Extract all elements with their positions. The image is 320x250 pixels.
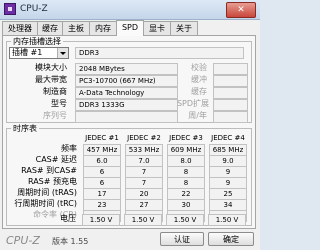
manufacturer-value: A-Data Technology xyxy=(75,87,178,99)
buffered-value xyxy=(213,75,248,87)
tras-label: 周期时间 (tRAS) xyxy=(17,188,77,197)
registered-value xyxy=(213,87,248,99)
checksum-value xyxy=(213,63,248,75)
validate-button[interactable]: 认证 xyxy=(160,232,204,246)
timing-cell: 1.50 V xyxy=(166,214,204,226)
serial-number-label: 序列号 xyxy=(43,111,67,120)
ras-precharge-label: RAS# 预充电 xyxy=(27,177,77,186)
window-title: CPU-Z xyxy=(20,4,48,14)
footer-bar: CPU-Z 版本 1.55 认证 确定 xyxy=(0,229,260,250)
timing-cell: 1.50 V xyxy=(82,214,120,226)
week-year-label: 周/年 xyxy=(188,111,207,120)
registered-label: 缓存 xyxy=(191,87,207,96)
cpuz-app-icon xyxy=(4,3,16,15)
ras-to-cas-label: RAS# 到CAS# xyxy=(21,166,77,175)
tab-cache[interactable]: 缓存 xyxy=(37,21,63,35)
checksum-label: 校验 xyxy=(191,63,207,72)
cpuz-window: CPU-Z ✕ 处理器 缓存 主板 内存 SPD 显卡 关于 内存插槽选择 插槽… xyxy=(0,0,260,250)
tab-memory[interactable]: 内存 xyxy=(89,21,117,35)
spd-ext-value xyxy=(213,99,248,111)
tab-cpu[interactable]: 处理器 xyxy=(2,21,38,35)
week-year-value xyxy=(213,111,248,123)
part-number-value: DDR3 1333G xyxy=(75,99,178,111)
manufacturer-label: 制造商 xyxy=(43,87,67,96)
slot-select-value: 插槽 #1 xyxy=(12,48,43,57)
cas-latency-label: CAS# 延迟 xyxy=(35,155,77,164)
slot-group-title: 内存插槽选择 xyxy=(11,36,63,47)
module-size-label: 模块大小 xyxy=(35,63,67,72)
version-label: 版本 1.55 xyxy=(52,237,89,246)
tab-mainboard[interactable]: 主板 xyxy=(62,21,90,35)
jedec2-header: JEDEC #2 xyxy=(127,134,161,142)
chevron-down-icon[interactable] xyxy=(57,48,68,58)
jedec4-header: JEDEC #4 xyxy=(211,134,245,142)
spd-panel: 内存插槽选择 插槽 #1 DDR3 模块大小 2048 MBytes 校验 最大… xyxy=(2,35,256,229)
timing-cell: 1.50 V xyxy=(124,214,162,226)
close-button[interactable]: ✕ xyxy=(226,2,256,18)
title-bar: CPU-Z ✕ xyxy=(0,0,260,20)
slot-select[interactable]: 插槽 #1 xyxy=(9,47,69,59)
timings-group: 时序表 JEDEC #1 JEDEC #2 JEDEC #3 JEDEC #4 … xyxy=(6,123,252,226)
memory-type-field: DDR3 xyxy=(75,47,244,59)
tab-about[interactable]: 关于 xyxy=(170,21,198,35)
jedec3-header: JEDEC #3 xyxy=(169,134,203,142)
brand-logo-text: CPU-Z xyxy=(6,234,40,247)
jedec1-header: JEDEC #1 xyxy=(85,134,119,142)
buffered-label: 缓冲 xyxy=(191,75,207,84)
voltage-label: 电压 xyxy=(60,214,76,223)
frequency-label: 频率 xyxy=(61,144,77,153)
tab-spd[interactable]: SPD xyxy=(116,20,144,36)
timing-cell: 1.50 V xyxy=(208,214,246,226)
trc-label: 行周期时间 (tRC) xyxy=(14,199,77,208)
serial-number-value xyxy=(75,111,178,123)
module-size-value: 2048 MBytes xyxy=(75,63,178,75)
ok-button[interactable]: 确定 xyxy=(208,232,254,246)
max-bandwidth-label: 最大带宽 xyxy=(35,75,67,84)
max-bandwidth-value: PC3-10700 (667 MHz) xyxy=(75,75,178,87)
slot-selection-group: 内存插槽选择 插槽 #1 DDR3 模块大小 2048 MBytes 校验 最大… xyxy=(6,36,252,123)
spd-ext-label: SPD扩展 xyxy=(176,99,209,108)
part-number-label: 型号 xyxy=(51,99,67,108)
timings-group-title: 时序表 xyxy=(11,123,39,134)
tab-graphics[interactable]: 显卡 xyxy=(143,21,171,35)
